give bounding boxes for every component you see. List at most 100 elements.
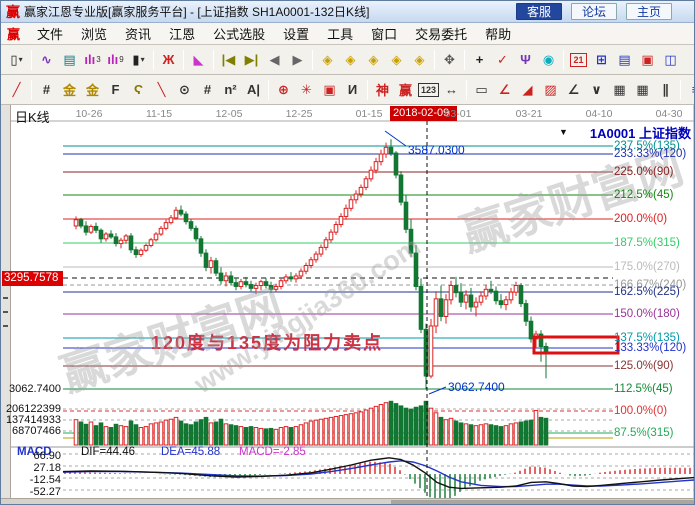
toolbar-separator bbox=[680, 80, 681, 100]
memo-icon[interactable]: ▤ bbox=[59, 49, 80, 71]
square-rays-icon[interactable]: ▣ bbox=[319, 79, 340, 101]
color-analysis-icon[interactable]: ◣ bbox=[188, 49, 209, 71]
menu-item-4[interactable]: 公式选股 bbox=[204, 22, 274, 45]
fibo-f-icon[interactable]: F bbox=[105, 79, 126, 101]
scrollbar-thumb[interactable] bbox=[391, 500, 694, 505]
calculator-icon[interactable]: ⊞ bbox=[591, 49, 612, 71]
gann-level-label: 112.5%(45) bbox=[614, 383, 673, 395]
ai-cloud-icon[interactable]: ◉ bbox=[538, 49, 559, 71]
left-side-strip[interactable] bbox=[1, 105, 11, 505]
zoom-horizontal-icon[interactable]: ◈ bbox=[363, 49, 384, 71]
home-button[interactable]: 主页 bbox=[626, 3, 672, 20]
pen-icon[interactable]: ╱ bbox=[6, 79, 27, 101]
text-line-icon[interactable]: A| bbox=[243, 79, 264, 101]
service-button[interactable]: 客服 bbox=[516, 3, 562, 20]
zoom-right-icon[interactable]: ◈ bbox=[340, 49, 361, 71]
gann-level-label: 187.5%(315) bbox=[614, 237, 680, 249]
gann-level-label: 175.0%(270) bbox=[614, 261, 680, 273]
horizontal-scrollbar[interactable] bbox=[1, 498, 695, 505]
angle-tool-icon[interactable]: ∠ bbox=[563, 79, 584, 101]
bars-3-icon[interactable]: ılı3 bbox=[82, 49, 103, 71]
pan-hand-icon[interactable]: ✥ bbox=[439, 49, 460, 71]
menu-item-0[interactable]: 文件 bbox=[28, 22, 72, 45]
shen-tool-icon[interactable]: 神 bbox=[372, 79, 393, 101]
trough-price-annotation: 3062.7400 bbox=[448, 380, 505, 394]
kline-style-icon[interactable]: ▯▾ bbox=[6, 49, 27, 71]
gold-ratio-icon[interactable]: 金 bbox=[59, 79, 80, 101]
report-icon[interactable]: ▤ bbox=[614, 49, 635, 71]
gann-grid-icon[interactable]: # bbox=[36, 79, 57, 101]
menu-item-1[interactable]: 浏览 bbox=[72, 22, 116, 45]
zoom-vertical-icon[interactable]: ◈ bbox=[409, 49, 430, 71]
brush-icon[interactable]: ╲ bbox=[151, 79, 172, 101]
menu-item-7[interactable]: 窗口 bbox=[362, 22, 406, 45]
list-panel-icon[interactable]: ≡ bbox=[685, 79, 695, 101]
date-axis-label: 11-15 bbox=[146, 108, 172, 120]
ying-tool-icon[interactable]: 赢 bbox=[395, 79, 416, 101]
toolbar-main: ▯▾∿▤ılı3ılı9▮▾Ж◣|◀▶|◀▶◈◈◈◈◈✥+✓Ψ◉21⊞▤▣◫ bbox=[1, 45, 695, 75]
menu-item-8[interactable]: 交易委托 bbox=[406, 22, 476, 45]
gann-level-label: 225.0%(90) bbox=[614, 166, 673, 178]
fan-lines-icon[interactable]: ∠ bbox=[494, 79, 515, 101]
calendar-icon[interactable]: 21 bbox=[568, 49, 589, 71]
chevron-down-icon[interactable]: ▼ bbox=[559, 127, 568, 137]
last-bar-icon[interactable]: ▶| bbox=[241, 49, 262, 71]
toolbar-separator bbox=[153, 50, 154, 70]
toolbar-separator bbox=[464, 50, 465, 70]
strategy-icon[interactable]: Ψ bbox=[515, 49, 536, 71]
forum-button[interactable]: 论坛 bbox=[571, 3, 617, 20]
menu-item-3[interactable]: 江恩 bbox=[160, 22, 204, 45]
window-title: 赢家江恩专业版[赢家服务平台] - [上证指数 SH1A0001-132日K线] bbox=[24, 3, 369, 20]
menu-item-2[interactable]: 资讯 bbox=[116, 22, 160, 45]
grid-tool-icon[interactable]: ▦ bbox=[609, 79, 630, 101]
ray-box-icon[interactable]: ▨ bbox=[540, 79, 561, 101]
n-square-icon[interactable]: n² bbox=[220, 79, 241, 101]
date-axis-label: 03-01 bbox=[445, 108, 472, 120]
next-bar-icon[interactable]: ▶ bbox=[287, 49, 308, 71]
grid-arrow-icon[interactable]: ▦ bbox=[632, 79, 653, 101]
menu-item-6[interactable]: 工具 bbox=[318, 22, 362, 45]
gann-level-label: 125.0%(90) bbox=[614, 360, 673, 372]
multi-window-icon[interactable]: ◫ bbox=[660, 49, 681, 71]
ruler-123-icon[interactable]: 123 bbox=[418, 79, 439, 101]
macd-dif-value: DIF=44.46 bbox=[81, 446, 135, 458]
fan-box-icon[interactable]: ◢ bbox=[517, 79, 538, 101]
grid-scale-icon[interactable]: # bbox=[197, 79, 218, 101]
zoom-left-icon[interactable]: ◈ bbox=[317, 49, 338, 71]
menu-item-9[interactable]: 帮助 bbox=[476, 22, 520, 45]
save-icon[interactable]: ▣ bbox=[637, 49, 658, 71]
toolbar-separator bbox=[466, 80, 467, 100]
trend-mark-icon[interactable]: ✓ bbox=[492, 49, 513, 71]
bars-9-icon[interactable]: ılı9 bbox=[105, 49, 126, 71]
gann-level-label: 133.33%(120) bbox=[614, 342, 686, 354]
gann-figure-icon[interactable]: Ж bbox=[158, 49, 179, 71]
formula-wave-icon[interactable]: ∿ bbox=[36, 49, 57, 71]
first-bar-icon[interactable]: |◀ bbox=[218, 49, 239, 71]
menu-item-5[interactable]: 设置 bbox=[274, 22, 318, 45]
gann-level-label: 162.5%(225) bbox=[614, 286, 680, 298]
star-rays-icon[interactable]: ✳ bbox=[296, 79, 317, 101]
prev-bar-icon[interactable]: ◀ bbox=[264, 49, 285, 71]
target-circle-icon[interactable]: ⊕ bbox=[273, 79, 294, 101]
parallel-icon[interactable]: ∥ bbox=[655, 79, 676, 101]
resistance-note-annotation: 120度与135度为阻力卖点 bbox=[151, 329, 383, 355]
time-cycle-icon[interactable]: ⊙ bbox=[174, 79, 195, 101]
crosshair-icon[interactable]: + bbox=[469, 49, 490, 71]
gold-section-icon[interactable]: 金 bbox=[82, 79, 103, 101]
date-axis-label: 12-25 bbox=[286, 108, 313, 120]
gann-level-label: 87.5%(315) bbox=[614, 427, 673, 439]
spiral-icon[interactable]: Ϛ bbox=[128, 79, 149, 101]
toolbar-separator bbox=[268, 80, 269, 100]
chart-area[interactable]: 日K线 ▼ 1A0001 上证指数 2018-02-09 3295.7578 3… bbox=[1, 105, 695, 505]
kline-chart-canvas[interactable] bbox=[1, 105, 695, 505]
candle-type-icon[interactable]: ▮▾ bbox=[128, 49, 149, 71]
left-price-label: 3062.7400 bbox=[3, 383, 61, 395]
h-measure-icon[interactable]: ↔ bbox=[441, 79, 462, 101]
menu-bar: 赢 文件浏览资讯江恩公式选股设置工具窗口交易委托帮助 bbox=[1, 23, 695, 45]
width-mark-icon[interactable]: И bbox=[342, 79, 363, 101]
zoom-fit-icon[interactable]: ◈ bbox=[386, 49, 407, 71]
rect-tool-icon[interactable]: ▭ bbox=[471, 79, 492, 101]
macd-scale-label: 66.90 bbox=[3, 450, 61, 462]
vee-tool-icon[interactable]: ∨ bbox=[586, 79, 607, 101]
app-logo-icon: 赢 bbox=[6, 2, 20, 22]
